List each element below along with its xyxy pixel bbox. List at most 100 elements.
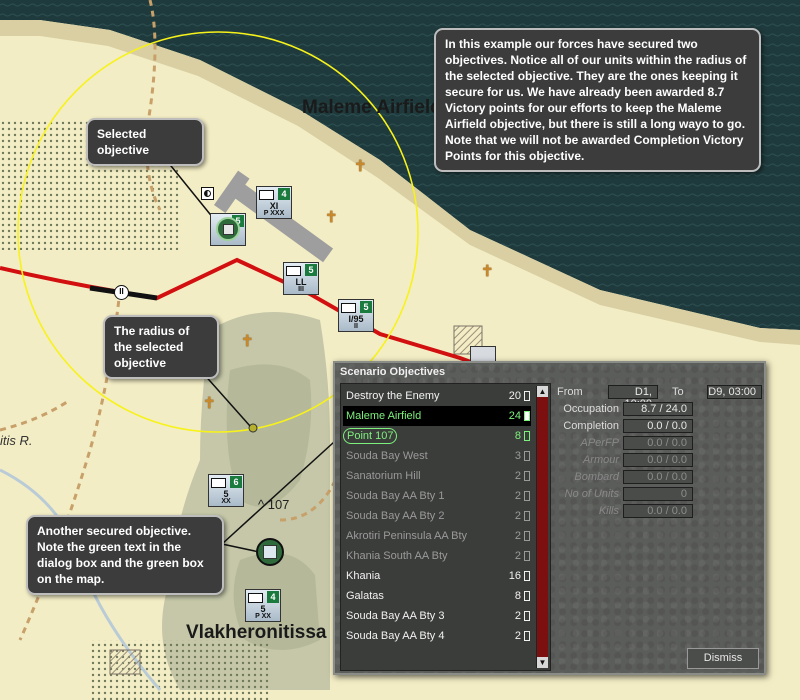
- objective-checkbox[interactable]: [524, 551, 530, 561]
- unit-counter[interactable]: 5 LL III: [283, 262, 319, 295]
- field-value: 0.0 / 0.0: [623, 504, 693, 518]
- hill-elevation-label: ^ 107: [258, 497, 290, 512]
- objective-checkbox[interactable]: [524, 451, 530, 461]
- place-label-vlakheronitissa: Vlakheronitissa: [186, 622, 327, 643]
- objective-checkbox[interactable]: [524, 531, 530, 541]
- another-objective-callout: Another secured objective. Note the gree…: [26, 515, 224, 595]
- unit-type-icon: [211, 478, 226, 488]
- objective-points: 24: [508, 410, 521, 422]
- cemetery-icon: ✝: [241, 333, 254, 350]
- objective-name: Sanatorium Hill: [346, 470, 421, 482]
- field-label: No of Units: [564, 488, 619, 500]
- road-marker: II: [114, 285, 129, 300]
- objective-points: 2: [514, 550, 521, 562]
- unit-type-icon: [259, 190, 274, 200]
- objective-checkbox[interactable]: [524, 491, 530, 501]
- river-label: itis R.: [0, 433, 33, 448]
- objective-checkbox[interactable]: [524, 611, 530, 621]
- field-value: 0.0 / 0.0: [623, 470, 693, 484]
- unit-strength: 4: [267, 591, 279, 603]
- objective-row[interactable]: Maleme Airfield 24: [343, 406, 531, 426]
- objective-row[interactable]: Sanatorium Hill 2: [343, 466, 531, 486]
- objective-row[interactable]: Souda Bay West 3: [343, 446, 531, 466]
- field-value: 0.0 / 0.0: [623, 453, 693, 467]
- objectives-list[interactable]: Destroy the Enemy 20 Maleme Airfield 24 Poin…: [340, 383, 551, 671]
- field-label: APerFP: [580, 437, 619, 449]
- unit-counter[interactable]: 5 I/95 II: [338, 299, 374, 332]
- scroll-down-icon[interactable]: ▼: [537, 657, 548, 668]
- objective-checkbox[interactable]: [524, 391, 530, 401]
- unit-counter[interactable]: 4 XI P XXX: [256, 186, 292, 219]
- info-callout: In this example our forces have secured …: [434, 28, 761, 172]
- objective-checkbox[interactable]: [524, 471, 530, 481]
- field-label: Kills: [598, 505, 619, 517]
- unit-size: P XX: [255, 613, 271, 620]
- unit-strength: 5: [305, 264, 317, 276]
- objective-points: 20: [508, 390, 521, 402]
- objective-name: Maleme Airfield: [346, 410, 422, 422]
- unit-type-icon: [248, 593, 263, 603]
- secured-objective-marker-icon[interactable]: [256, 538, 284, 566]
- objective-checkbox[interactable]: [524, 631, 530, 641]
- objective-row[interactable]: Souda Bay AA Bty 2 2: [343, 506, 531, 526]
- objective-name: Galatas: [346, 590, 384, 602]
- unit-size: XX: [221, 498, 231, 505]
- field-label: Occupation: [563, 403, 619, 415]
- from-value: D1, 10:00: [608, 385, 658, 410]
- objective-checkbox[interactable]: [524, 411, 530, 421]
- objective-row[interactable]: Akrotiri Peninsula AA Bty 2: [343, 526, 531, 546]
- unit-counter[interactable]: 4 5 P XX: [245, 589, 281, 622]
- game-map-screen: Maleme Airfield Vlakheronitissa itis R. …: [0, 0, 800, 700]
- objective-name: Souda Bay AA Bty 2: [346, 510, 445, 522]
- unit-strength: 4: [278, 188, 290, 200]
- field-label: Armour: [582, 454, 619, 466]
- cemetery-icon: ✝: [481, 263, 494, 280]
- objective-checkbox[interactable]: [524, 431, 530, 441]
- from-label: From: [557, 386, 583, 398]
- cemetery-icon: ✝: [325, 209, 338, 226]
- objective-row[interactable]: Destroy the Enemy 20: [343, 386, 531, 406]
- unit-counter[interactable]: 6 5 XX: [208, 474, 244, 507]
- unit-type-icon: [341, 303, 356, 313]
- objective-row[interactable]: Souda Bay AA Bty 1 2: [343, 486, 531, 506]
- objective-points: 2: [514, 510, 521, 522]
- objective-checkbox[interactable]: [524, 511, 530, 521]
- unit-counter[interactable]: 5: [210, 213, 246, 246]
- objective-marker-icon: [216, 217, 240, 241]
- objective-checkbox[interactable]: [524, 591, 530, 601]
- scroll-up-icon[interactable]: ▲: [537, 386, 548, 397]
- to-label: To: [672, 386, 684, 398]
- objective-points: 3: [514, 450, 521, 462]
- objective-row[interactable]: Souda Bay AA Bty 3 2: [343, 606, 531, 626]
- selected-objective-callout: Selected objective: [86, 118, 204, 166]
- airfield-marker-icon: [201, 187, 214, 200]
- cemetery-icon: ✝: [354, 158, 367, 175]
- objective-row[interactable]: Point 107 8: [343, 426, 531, 446]
- objective-row[interactable]: Khania South AA Bty 2: [343, 546, 531, 566]
- objective-row[interactable]: Galatas 8: [343, 586, 531, 606]
- dismiss-button[interactable]: Dismiss: [687, 648, 759, 669]
- objective-points: 8: [514, 430, 521, 442]
- objective-name: Souda Bay AA Bty 3: [346, 610, 445, 622]
- objective-row[interactable]: Khania 16: [343, 566, 531, 586]
- village-block-south: [109, 649, 141, 675]
- objective-row[interactable]: Souda Bay AA Bty 4 2: [343, 626, 531, 646]
- unit-strength: 5: [360, 301, 372, 313]
- objective-checkbox[interactable]: [524, 571, 530, 581]
- radius-callout: The radius of the selected objective: [103, 315, 219, 379]
- objective-name: Souda Bay West: [346, 450, 428, 462]
- field-label: Completion: [563, 420, 619, 432]
- unit-type-icon: [286, 266, 301, 276]
- place-label-maleme-airfield: Maleme Airfield: [302, 97, 442, 118]
- partial-unit-counter[interactable]: [470, 346, 496, 362]
- objectives-scrollbar[interactable]: ▲ ▼: [536, 386, 548, 668]
- objective-points: 2: [514, 630, 521, 642]
- objective-name: Souda Bay AA Bty 4: [346, 630, 445, 642]
- unit-size: III: [298, 286, 304, 293]
- unit-size: P XXX: [263, 210, 285, 217]
- objective-name: Destroy the Enemy: [346, 390, 440, 402]
- objective-points: 2: [514, 610, 521, 622]
- field-value: 8.7 / 24.0: [623, 402, 693, 416]
- objective-points: 16: [508, 570, 521, 582]
- objective-points: 2: [514, 490, 521, 502]
